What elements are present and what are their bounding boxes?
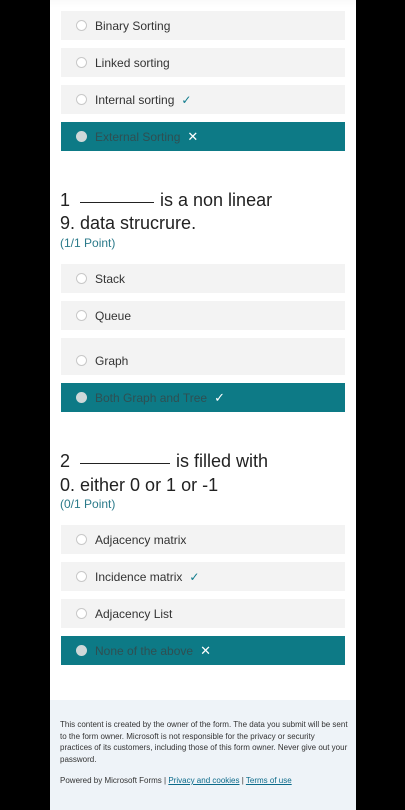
question-points: (1/1 Point) — [60, 236, 116, 250]
powered-by-text: Powered by Microsoft Forms | — [60, 776, 167, 785]
radio-icon[interactable] — [76, 20, 87, 31]
radio-icon[interactable] — [76, 534, 87, 545]
top-edge — [50, 0, 356, 8]
option-incidence-matrix[interactable]: Incidence matrix ✓ — [61, 562, 345, 591]
option-label: Linked sorting — [95, 55, 170, 70]
question-number: 2 — [60, 451, 71, 471]
option-label: Internal sorting — [95, 92, 175, 107]
radio-icon[interactable] — [76, 355, 87, 366]
radio-icon[interactable] — [76, 310, 87, 321]
radio-selected-icon[interactable] — [76, 131, 87, 142]
option-stack[interactable]: Stack — [61, 264, 345, 293]
option-both-graph-and-tree[interactable]: Both Graph and Tree ✓ — [61, 383, 345, 412]
option-label: Incidence matrix — [95, 569, 183, 584]
option-label: None of the above — [95, 643, 194, 658]
option-graph[interactable]: Graph — [61, 338, 345, 375]
option-label: Adjacency matrix — [95, 532, 187, 547]
incorrect-x-icon: ✕ — [200, 643, 211, 658]
option-binary-sorting[interactable]: Binary Sorting — [61, 11, 345, 40]
disclaimer-text: This content is created by the owner of … — [60, 720, 348, 764]
incorrect-x-icon: ✕ — [187, 129, 199, 144]
question-20-line-1: 2 is filled with — [60, 451, 268, 472]
option-queue[interactable]: Queue — [61, 301, 345, 330]
correct-check-icon: ✓ — [181, 92, 192, 107]
option-label: Stack — [95, 271, 126, 286]
radio-icon[interactable] — [76, 273, 87, 284]
radio-selected-icon[interactable] — [76, 645, 87, 656]
option-external-sorting[interactable]: External Sorting ✕ — [61, 122, 345, 151]
option-linked-sorting[interactable]: Linked sorting — [61, 48, 345, 77]
terms-link[interactable]: Terms of use — [246, 776, 292, 785]
question-points: (0/1 Point) — [60, 497, 116, 511]
question-number: 1 — [60, 190, 71, 210]
question-19-line-1: 1 is a non linear — [60, 190, 272, 211]
privacy-link[interactable]: Privacy and cookies — [168, 776, 239, 785]
option-internal-sorting[interactable]: Internal sorting ✓ — [61, 85, 345, 114]
form-footer: This content is created by the owner of … — [50, 700, 356, 810]
question-text: is filled with — [176, 451, 269, 471]
form-page: Binary Sorting Linked sorting Internal s… — [50, 0, 356, 810]
option-adjacency-matrix[interactable]: Adjacency matrix — [61, 525, 345, 554]
option-label: Queue — [95, 308, 132, 323]
radio-selected-icon[interactable] — [76, 392, 87, 403]
separator: | — [241, 776, 244, 785]
radio-icon[interactable] — [76, 57, 87, 68]
question-text: is a non linear — [160, 190, 273, 210]
fill-blank — [80, 462, 171, 464]
option-label: Binary Sorting — [95, 18, 171, 33]
option-label: Graph — [95, 353, 129, 368]
correct-check-icon: ✓ — [189, 569, 200, 584]
fill-blank — [80, 201, 155, 203]
question-20-line-2: 0. either 0 or 1 or -1 — [60, 475, 219, 495]
radio-icon[interactable] — [76, 608, 87, 619]
option-label: External Sorting — [95, 129, 181, 144]
option-none-of-the-above[interactable]: None of the above ✕ — [61, 636, 345, 665]
powered-by: Powered by Microsoft Forms | Privacy and… — [60, 776, 350, 785]
option-label: Both Graph and Tree — [95, 390, 208, 405]
option-label: Adjacency List — [95, 606, 173, 621]
radio-icon[interactable] — [76, 571, 87, 582]
correct-check-icon: ✓ — [214, 390, 225, 405]
radio-icon[interactable] — [76, 94, 87, 105]
question-19-line-2: 9. data strucrure. — [60, 213, 197, 233]
option-adjacency-list[interactable]: Adjacency List — [61, 599, 345, 628]
